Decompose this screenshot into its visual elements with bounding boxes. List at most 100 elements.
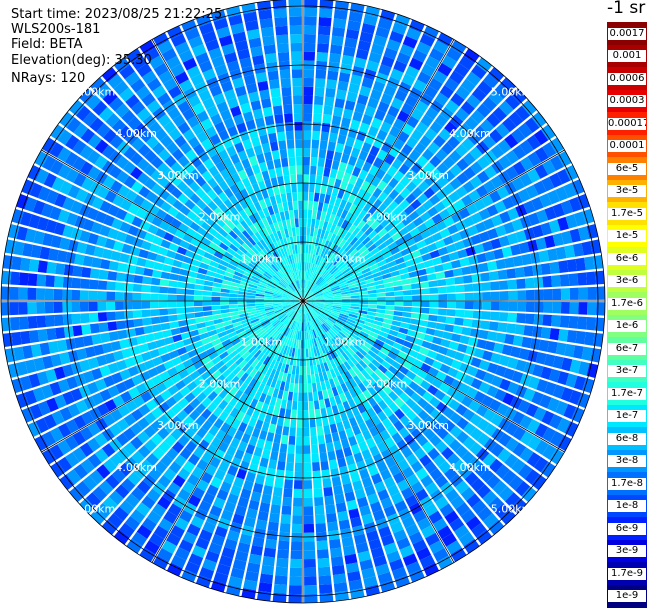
ray-gate: [80, 278, 90, 289]
ray-gate: [18, 302, 28, 315]
ray-gate: [141, 293, 151, 301]
ray-gate: [155, 338, 166, 348]
ray-gate: [28, 258, 40, 273]
ray-gate: [337, 80, 349, 92]
ray-gate: [116, 272, 126, 282]
ray-gate: [329, 53, 342, 64]
ray-gate: [469, 328, 480, 338]
ray-gate: [307, 374, 312, 384]
ray-gate: [123, 282, 134, 292]
ray-gate: [300, 340, 303, 349]
ray-gate: [279, 522, 291, 533]
ray-gate: [521, 336, 532, 349]
ray-gate: [237, 294, 247, 298]
ray-gate: [376, 305, 386, 310]
colorbar-cell: 0.0006: [607, 67, 647, 90]
ray-gate: [273, 158, 282, 169]
ray-gate: [326, 79, 338, 90]
ray-gate: [517, 290, 527, 301]
ray-gate: [285, 461, 294, 472]
ray-gate: [316, 382, 322, 392]
ray-gate: [291, 227, 296, 237]
ray-gate: [303, 244, 306, 254]
ray-gate: [335, 448, 345, 460]
ray-gate: [577, 316, 588, 330]
ray-gate: [319, 0, 334, 10]
ray-gate: [340, 153, 350, 164]
ray-gate: [286, 453, 295, 463]
ray-gate: [334, 98, 345, 109]
range-ring-label: 1.00km: [240, 252, 282, 265]
ray-gate: [283, 175, 291, 185]
ray-gate: [303, 357, 307, 367]
ray-gate: [97, 312, 108, 322]
ray-gate: [473, 292, 483, 301]
ray-gate: [287, 391, 294, 401]
ray-gate: [259, 457, 269, 468]
ray-gate: [504, 257, 515, 269]
ray-gate: [288, 0, 302, 9]
ray-gate: [117, 329, 128, 340]
ray-gate: [317, 201, 324, 212]
colorbar-cell: 0.0001: [607, 134, 647, 158]
ray-gate: [324, 433, 333, 444]
ray-gate: [45, 315, 55, 327]
colorbar-label: 0.0006: [608, 72, 646, 85]
ray-gate: [291, 523, 303, 533]
ray-gate: [264, 476, 275, 487]
ray-gate: [333, 151, 343, 162]
ray-gate: [193, 295, 203, 301]
ray-gate: [320, 407, 328, 418]
ray-gate: [296, 418, 303, 428]
colorbar-title: -1 sr: [607, 0, 646, 18]
ray-gate: [304, 558, 316, 568]
ray-gate: [124, 273, 135, 283]
ray-gate: [280, 193, 287, 203]
ray-gate: [277, 416, 285, 427]
ray-gate: [185, 301, 194, 307]
ray-gate: [270, 504, 281, 515]
colorbar-label: 1.7e-7: [608, 387, 646, 400]
ray-gate: [331, 556, 344, 567]
ray-gate: [428, 314, 438, 322]
ray-gate: [472, 282, 483, 292]
colorbar-label: 1.7e-8: [608, 477, 646, 490]
ray-gate: [455, 301, 465, 309]
ray-gate: [359, 304, 369, 308]
ray-gate: [167, 308, 177, 315]
ray-gate: [288, 156, 296, 167]
ray-gate: [332, 573, 347, 584]
ray-gate: [288, 7, 302, 17]
ray-gate: [263, 44, 276, 55]
ray-gate: [263, 440, 273, 451]
ray-gate: [327, 450, 336, 461]
ray-gate: [504, 333, 515, 345]
ray-gate: [293, 104, 303, 114]
colorbar-cell: 1.7e-9: [607, 562, 647, 585]
ray-gate: [303, 235, 307, 245]
ray-gate: [106, 291, 116, 301]
ray-gate: [185, 283, 196, 290]
ray-gate: [385, 291, 395, 297]
ray-gate: [106, 281, 116, 291]
ray-gate: [305, 348, 309, 358]
ray-gate: [297, 244, 301, 254]
ray-gate: [313, 488, 323, 498]
ray-gate: [79, 290, 89, 301]
ray-gate: [10, 317, 20, 331]
ray-gate: [297, 183, 303, 192]
ray-gate: [267, 70, 279, 81]
ray-gate: [290, 174, 297, 184]
ray-gate: [71, 313, 82, 325]
ray-gate: [308, 200, 314, 210]
ray-gate: [459, 335, 470, 345]
ray-gate: [203, 310, 213, 317]
ray-gate: [123, 292, 133, 301]
ray-gate: [523, 325, 534, 337]
ray-gate: [314, 505, 325, 516]
ray-gate: [303, 104, 313, 114]
ray-gate: [185, 312, 196, 319]
ray-gate: [296, 156, 303, 166]
ray-gate: [261, 448, 271, 460]
ray-gate: [327, 70, 339, 81]
